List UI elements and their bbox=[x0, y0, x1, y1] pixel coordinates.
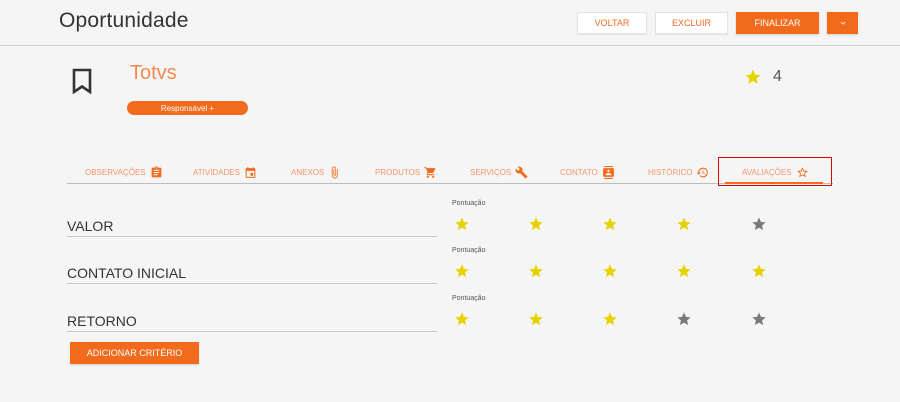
criterion-name: CONTATO INICIAL bbox=[67, 265, 187, 281]
star-filled-icon[interactable] bbox=[602, 263, 618, 279]
highlight-box bbox=[718, 157, 832, 186]
calendar-icon bbox=[245, 166, 256, 178]
star-filled-icon[interactable] bbox=[602, 311, 618, 327]
score-caption: Pontuação bbox=[452, 295, 486, 302]
wrench-icon bbox=[515, 166, 528, 178]
tab-label: CONTATO bbox=[560, 167, 598, 177]
star-filled-icon[interactable] bbox=[528, 311, 544, 327]
cart-icon bbox=[424, 166, 436, 178]
star-filled-icon[interactable] bbox=[454, 263, 470, 279]
score-caption: Pontuação bbox=[452, 200, 486, 207]
contact-card-icon bbox=[602, 165, 614, 179]
tab-anexos[interactable]: ANEXOS bbox=[291, 164, 341, 180]
bookmark-icon[interactable] bbox=[71, 68, 93, 94]
top-bar: Oportunidade VOLTAR EXCLUIR FINALIZAR bbox=[0, 0, 900, 46]
star-empty-icon[interactable] bbox=[751, 216, 767, 232]
tab-label: OBSERVAÇÕES bbox=[85, 167, 146, 177]
criterion-name: VALOR bbox=[67, 218, 114, 234]
star-filled-icon[interactable] bbox=[676, 216, 692, 232]
star-filled-icon[interactable] bbox=[676, 263, 692, 279]
back-button[interactable]: VOLTAR bbox=[577, 12, 647, 34]
star-filled-icon[interactable] bbox=[454, 216, 470, 232]
score-caption: Pontuação bbox=[452, 247, 486, 254]
tab-atividades[interactable]: ATIVIDADES bbox=[193, 164, 257, 180]
criterion-divider bbox=[67, 331, 437, 332]
page-title: Oportunidade bbox=[59, 9, 189, 32]
star-filled-icon[interactable] bbox=[454, 311, 470, 327]
criterion-divider bbox=[67, 236, 437, 237]
tab-produtos[interactable]: PRODUTOS bbox=[375, 164, 437, 180]
star-filled-icon[interactable] bbox=[528, 263, 544, 279]
tab-historico[interactable]: HISTÓRICO bbox=[648, 164, 709, 180]
score-value: 4 bbox=[773, 68, 782, 85]
finish-button[interactable]: FINALIZAR bbox=[736, 12, 819, 34]
history-icon bbox=[696, 167, 709, 177]
star-filled-icon[interactable] bbox=[751, 263, 767, 279]
star-empty-icon[interactable] bbox=[751, 311, 767, 327]
opportunity-name: Totvs bbox=[130, 62, 177, 84]
tab-contato[interactable]: CONTATO bbox=[560, 164, 615, 180]
tab-servicos[interactable]: SERVIÇOS bbox=[470, 164, 528, 180]
more-options-button[interactable] bbox=[827, 12, 858, 34]
tab-label: ANEXOS bbox=[291, 167, 325, 177]
criterion-name: RETORNO bbox=[67, 313, 137, 329]
tab-label: ATIVIDADES bbox=[193, 167, 240, 177]
clipboard-icon bbox=[151, 166, 161, 177]
tab-observacoes[interactable]: OBSERVAÇÕES bbox=[85, 164, 163, 180]
paperclip-icon bbox=[332, 166, 339, 178]
tab-label: PRODUTOS bbox=[375, 167, 421, 177]
tab-label: SERVIÇOS bbox=[470, 167, 512, 177]
tab-label: HISTÓRICO bbox=[648, 167, 693, 177]
delete-button[interactable]: EXCLUIR bbox=[655, 12, 728, 34]
chevron-down-icon bbox=[840, 21, 845, 25]
star-icon bbox=[745, 69, 761, 84]
add-criterion-button[interactable]: ADICIONAR CRITÉRIO bbox=[70, 342, 199, 364]
star-empty-icon[interactable] bbox=[676, 311, 692, 327]
responsible-button[interactable]: Responsável + bbox=[127, 101, 248, 115]
criterion-divider bbox=[67, 283, 437, 284]
star-filled-icon[interactable] bbox=[528, 216, 544, 232]
star-filled-icon[interactable] bbox=[602, 216, 618, 232]
